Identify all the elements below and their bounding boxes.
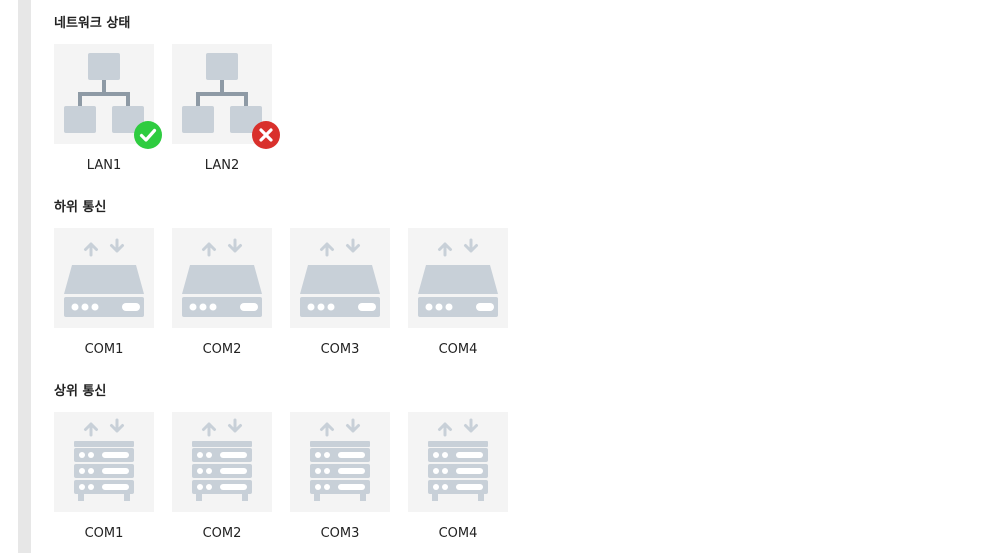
upper-com1-tile-box: [54, 412, 154, 512]
upper-com3-tile[interactable]: COM3: [290, 412, 390, 541]
server-rack-icon: [192, 418, 252, 501]
lan1-tile-box: [54, 44, 162, 149]
upper-com3-tile-box: [290, 412, 390, 512]
lower-com1-label: COM1: [84, 342, 124, 357]
lan2-tile-box: [172, 44, 280, 149]
lan1-tile[interactable]: LAN1: [54, 44, 162, 173]
upper-com3-label: COM3: [320, 526, 360, 541]
server-rack-icon: [428, 418, 488, 501]
upper-com4-tile-box: [408, 412, 508, 512]
lower-com3-label: COM3: [320, 342, 360, 357]
upper-com1-label: COM1: [84, 526, 124, 541]
upper-com4-label: COM4: [438, 526, 478, 541]
serial-device-icon: [300, 238, 380, 317]
lower-com1-tile[interactable]: COM1: [54, 228, 154, 357]
lower-com4-tile[interactable]: COM4: [408, 228, 508, 357]
lower-com4-tile-box: [408, 228, 508, 328]
upper-com2-tile-box: [172, 412, 272, 512]
lan1-label: LAN1: [86, 158, 122, 173]
lower-com2-tile[interactable]: COM2: [172, 228, 272, 357]
server-rack-icon: [310, 418, 370, 501]
lower-com2-tile-box: [172, 228, 272, 328]
lower-com1-tile-box: [54, 228, 154, 328]
close-icon: [252, 121, 280, 149]
lower-comm-title: 하위 통신: [54, 200, 107, 215]
lan2-tile[interactable]: LAN2: [172, 44, 280, 173]
upper-comm-title: 상위 통신: [54, 384, 107, 399]
serial-device-icon: [418, 238, 498, 317]
lower-com3-tile[interactable]: COM3: [290, 228, 390, 357]
server-rack-icon: [74, 418, 134, 501]
serial-device-icon: [64, 238, 144, 317]
upper-com1-tile[interactable]: COM1: [54, 412, 154, 541]
left-scroll-rail: [18, 0, 31, 553]
upper-com4-tile[interactable]: COM4: [408, 412, 508, 541]
serial-device-icon: [182, 238, 262, 317]
lan2-label: LAN2: [204, 158, 240, 173]
lower-com4-label: COM4: [438, 342, 478, 357]
upper-com2-label: COM2: [202, 526, 242, 541]
check-icon: [134, 121, 162, 149]
network-status-title: 네트워크 상태: [54, 16, 131, 31]
lower-com3-tile-box: [290, 228, 390, 328]
upper-com2-tile[interactable]: COM2: [172, 412, 272, 541]
lower-com2-label: COM2: [202, 342, 242, 357]
